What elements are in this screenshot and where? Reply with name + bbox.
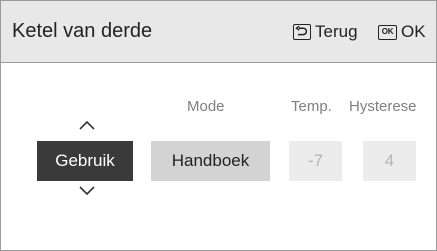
ok-label: OK xyxy=(401,22,426,41)
chevron-down-icon[interactable] xyxy=(77,185,97,197)
return-arrow-icon xyxy=(293,24,311,40)
ok-key-icon: OK xyxy=(378,24,397,40)
back-button[interactable]: Terug xyxy=(293,21,358,43)
header-bar: Ketel van derde Terug OK OK xyxy=(1,1,436,63)
page-title: Ketel van derde xyxy=(12,20,153,42)
mode-field[interactable]: Handboek xyxy=(151,141,270,181)
chevron-up-icon[interactable] xyxy=(77,119,97,131)
temp-column-label: Temp. xyxy=(291,98,332,115)
settings-panel: Ketel van derde Terug OK OK Mode Temp. H… xyxy=(0,0,437,251)
ok-button[interactable]: OK OK xyxy=(378,21,426,43)
hysteresis-column-label: Hysterese xyxy=(349,98,417,115)
mode-column-label: Mode xyxy=(187,98,225,115)
usage-selector[interactable]: Gebruik xyxy=(37,141,133,181)
hysteresis-field[interactable]: 4 xyxy=(363,141,416,181)
back-label: Terug xyxy=(315,22,358,41)
temp-field[interactable]: -7 xyxy=(289,141,342,181)
